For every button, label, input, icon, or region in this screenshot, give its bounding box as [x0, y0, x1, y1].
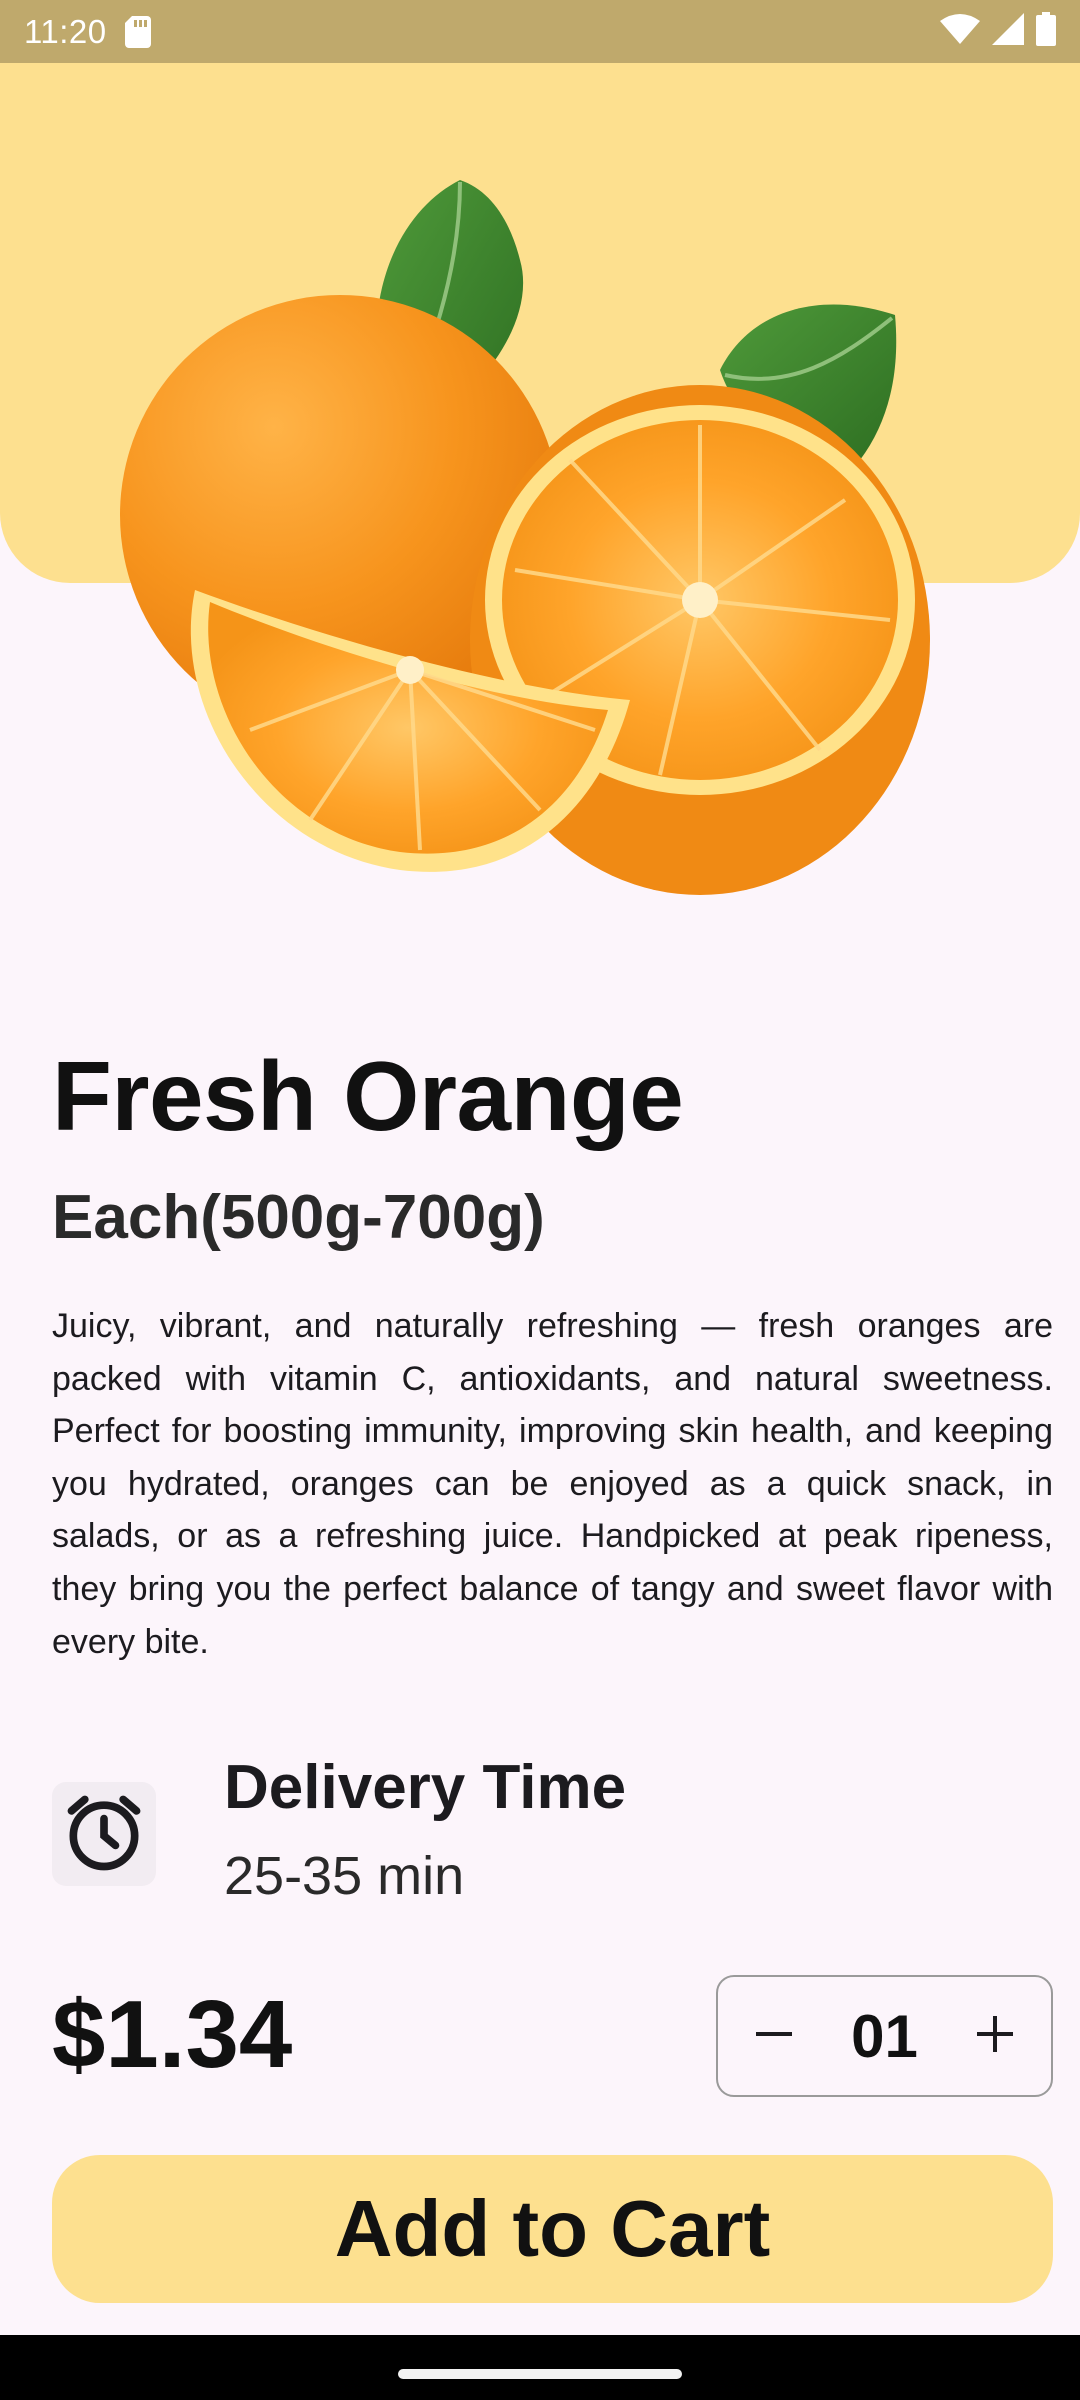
- status-time: 11:20: [24, 12, 107, 50]
- alarm-clock-icon: [58, 1786, 150, 1883]
- status-bar: 11:20: [0, 0, 1080, 63]
- plus-icon: [973, 2012, 1017, 2061]
- increment-button[interactable]: [965, 2006, 1025, 2066]
- wifi-icon: [940, 13, 980, 50]
- quantity-stepper: 01: [716, 1975, 1053, 2097]
- orange-image: [100, 170, 980, 910]
- product-description: Juicy, vibrant, and naturally refreshing…: [52, 1307, 1053, 1661]
- battery-icon: [1036, 12, 1056, 51]
- delivery-icon-container: [52, 1782, 156, 1886]
- product-unit: Each(500g-700g): [52, 1183, 545, 1252]
- minus-icon: [752, 2012, 796, 2061]
- sd-card-icon: [124, 15, 151, 48]
- gesture-handle[interactable]: [398, 2369, 682, 2379]
- product-title: Fresh Orange: [52, 1041, 684, 1151]
- quantity-value: 01: [851, 2002, 918, 2070]
- status-icons: [940, 12, 1056, 51]
- add-to-cart-button[interactable]: Add to Cart: [52, 2155, 1053, 2303]
- delivery-time-value: 25-35 min: [224, 1846, 465, 1906]
- signal-icon: [992, 13, 1024, 50]
- decrement-button[interactable]: [744, 2006, 804, 2066]
- navigation-bar: [0, 2335, 1080, 2400]
- product-price: $1.34: [52, 1981, 293, 2088]
- delivery-time-label: Delivery Time: [224, 1753, 627, 1822]
- product-detail-screen: 11:20 Fresh Orange Each(500g-700g) Juicy…: [0, 0, 1080, 2400]
